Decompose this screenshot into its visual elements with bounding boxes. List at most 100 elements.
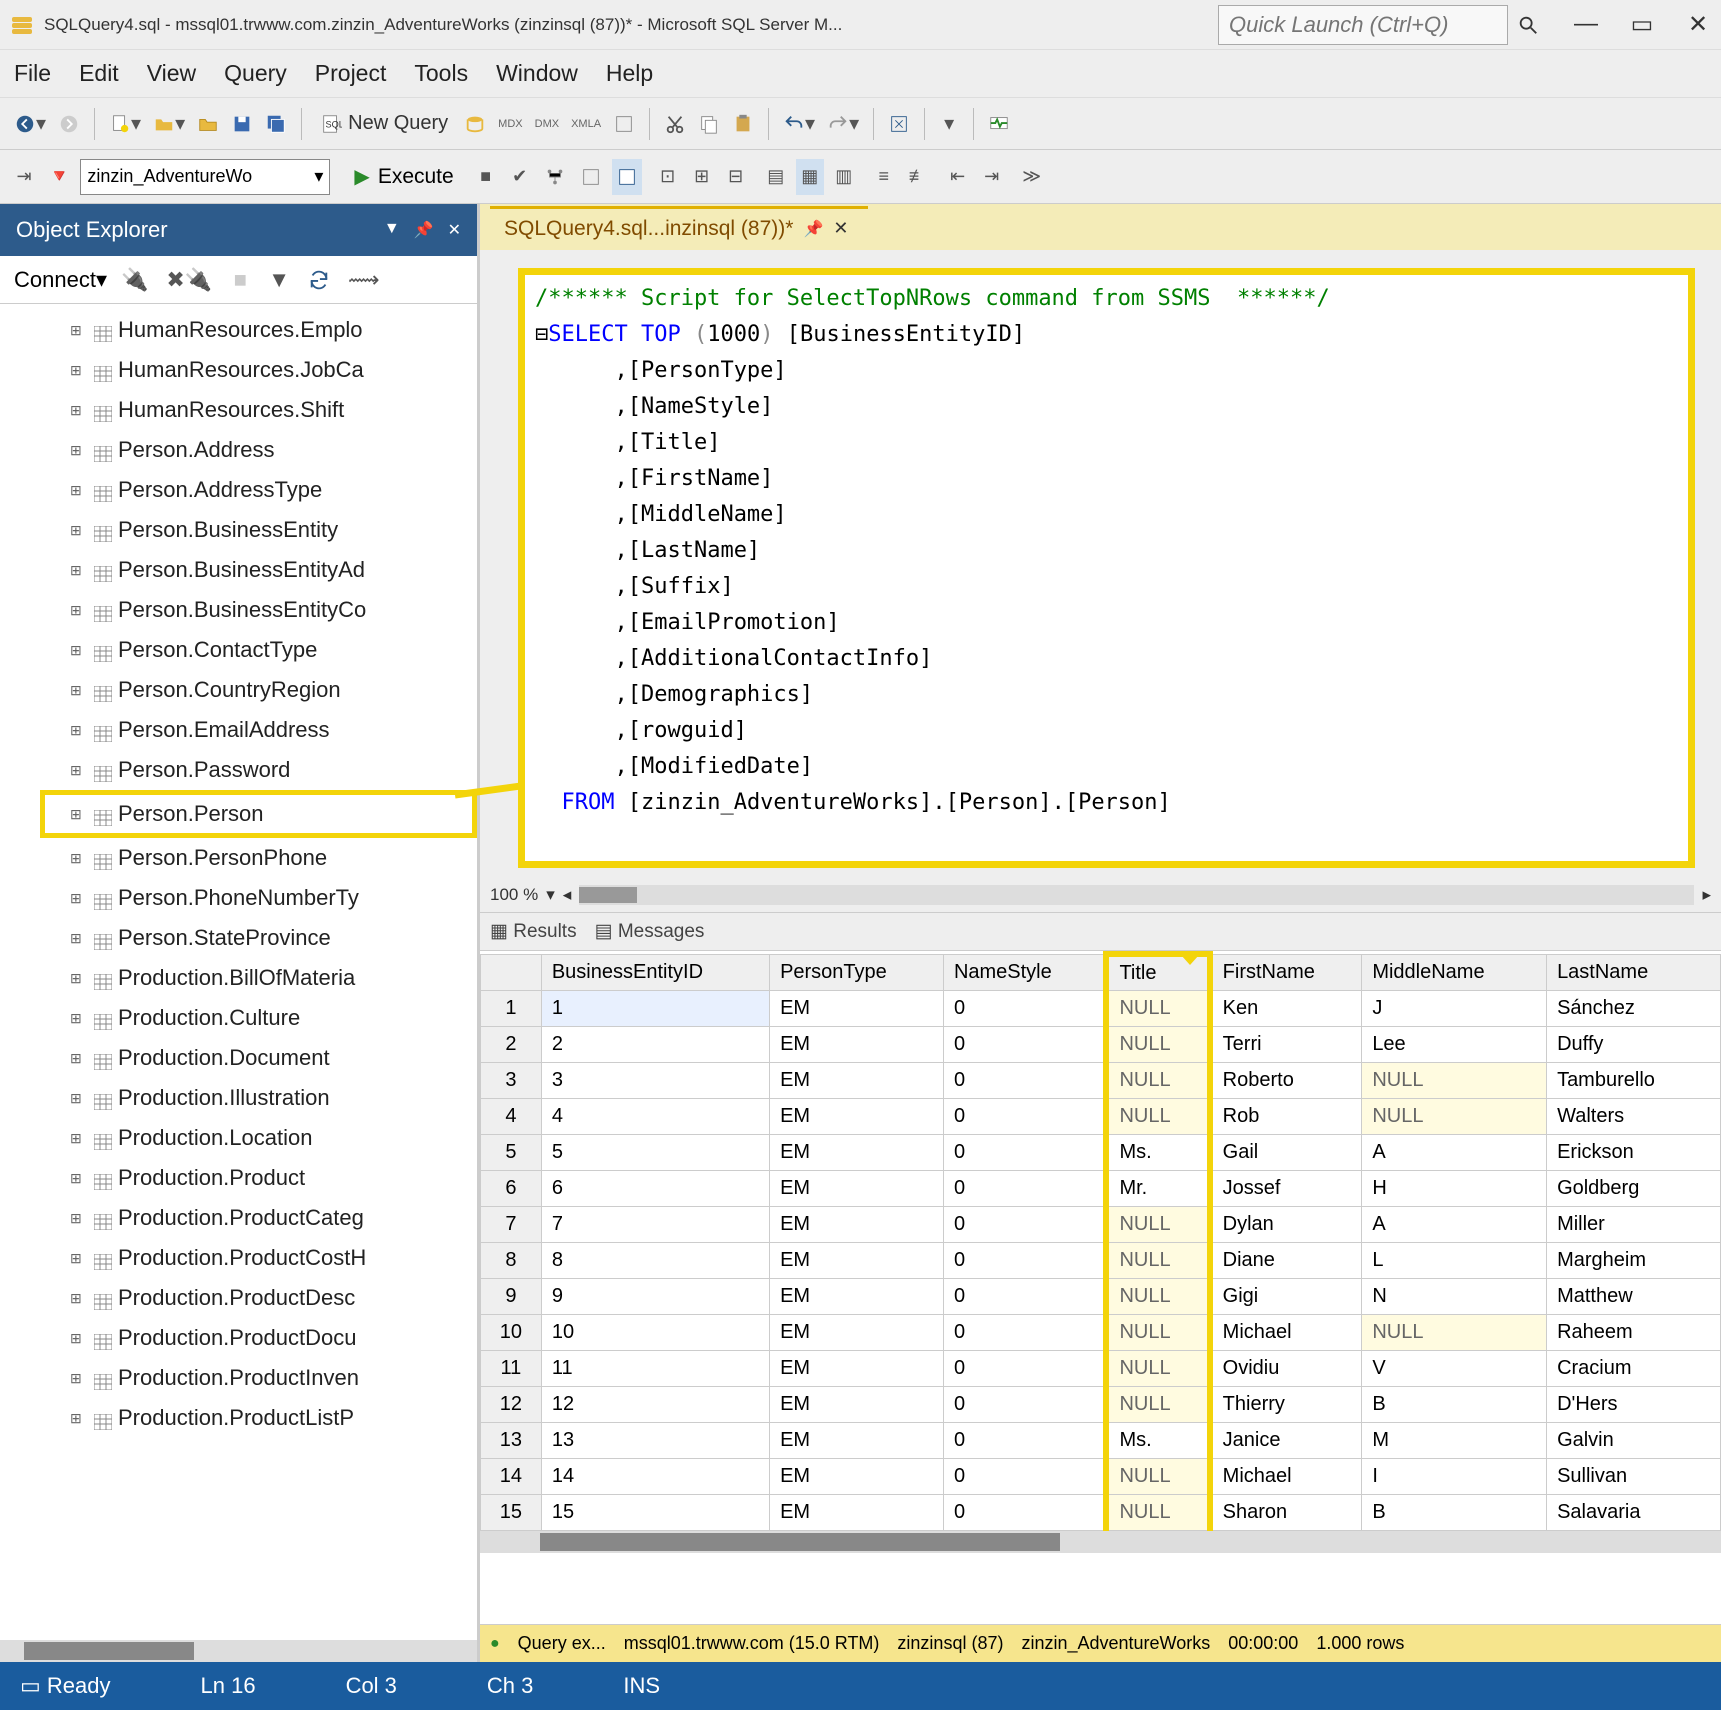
cell[interactable]: NULL	[1106, 1242, 1209, 1278]
cell[interactable]: Rob	[1210, 1098, 1362, 1134]
cell[interactable]: Matthew	[1547, 1278, 1721, 1314]
cell[interactable]: 4	[541, 1098, 769, 1134]
include-plan-icon[interactable]	[612, 159, 642, 195]
more-icon[interactable]: ▾	[935, 106, 963, 142]
tree-item-production-illustration[interactable]: ⊞Production.Illustration	[70, 1078, 477, 1118]
cell[interactable]: NULL	[1106, 990, 1209, 1026]
cell[interactable]: NULL	[1362, 1098, 1547, 1134]
col-header-lastname[interactable]: LastName	[1547, 954, 1721, 990]
cell[interactable]: NULL	[1106, 1098, 1209, 1134]
row-number[interactable]: 4	[481, 1098, 542, 1134]
cell[interactable]: 0	[943, 1350, 1106, 1386]
cell[interactable]: 9	[541, 1278, 769, 1314]
expand-icon[interactable]: ⊞	[70, 1210, 88, 1227]
disconnect-icon[interactable]: ✖🔌	[162, 262, 216, 298]
xe-icon[interactable]	[609, 106, 639, 142]
cell[interactable]: Goldberg	[1547, 1170, 1721, 1206]
cell[interactable]: NULL	[1106, 1386, 1209, 1422]
dmx-icon[interactable]: DMX	[531, 106, 563, 142]
cell[interactable]: Sharon	[1210, 1494, 1362, 1530]
tree-item-person-person[interactable]: ⊞Person.Person	[40, 790, 477, 838]
object-explorer-tree[interactable]: ⊞HumanResources.Emplo⊞HumanResources.Job…	[0, 304, 477, 1640]
results-grid[interactable]: BusinessEntityIDPersonTypeNameStyleTitle…	[480, 950, 1721, 1624]
row-number[interactable]: 7	[481, 1206, 542, 1242]
cell[interactable]: NULL	[1106, 1458, 1209, 1494]
cell[interactable]: Margheim	[1547, 1242, 1721, 1278]
cell[interactable]: 2	[541, 1026, 769, 1062]
sql-editor[interactable]: /****** Script for SelectTopNRows comman…	[518, 268, 1695, 868]
tree-item-production-productlistp[interactable]: ⊞Production.ProductListP	[70, 1398, 477, 1438]
row-number[interactable]: 1	[481, 990, 542, 1026]
tree-item-person-stateprovince[interactable]: ⊞Person.StateProvince	[70, 918, 477, 958]
expand-icon[interactable]: ⊞	[70, 722, 88, 739]
cell[interactable]: Dylan	[1210, 1206, 1362, 1242]
tree-item-person-countryregion[interactable]: ⊞Person.CountryRegion	[70, 670, 477, 710]
row-number[interactable]: 6	[481, 1170, 542, 1206]
cell[interactable]: NULL	[1106, 1278, 1209, 1314]
expand-icon[interactable]: ⊞	[70, 522, 88, 539]
menu-query[interactable]: Query	[224, 60, 287, 87]
row-number[interactable]: 8	[481, 1242, 542, 1278]
col-header-persontype[interactable]: PersonType	[770, 954, 944, 990]
cell[interactable]: 0	[943, 1458, 1106, 1494]
expand-icon[interactable]: ⊞	[70, 1050, 88, 1067]
xmla-icon[interactable]: XMLA	[567, 106, 605, 142]
activity-icon[interactable]: ⟿	[344, 262, 384, 298]
row-number[interactable]: 10	[481, 1314, 542, 1350]
expand-icon[interactable]: ⊞	[70, 562, 88, 579]
cell[interactable]: Cracium	[1547, 1350, 1721, 1386]
menu-view[interactable]: View	[147, 60, 196, 87]
maximize-button[interactable]: ▭	[1629, 10, 1655, 39]
minimize-button[interactable]: —	[1573, 10, 1599, 39]
stop-icon[interactable]: ■	[472, 159, 500, 195]
quick-launch-input[interactable]	[1218, 5, 1508, 45]
cell[interactable]: Ovidiu	[1210, 1350, 1362, 1386]
cell[interactable]: 0	[943, 1170, 1106, 1206]
cell[interactable]: EM	[770, 1098, 944, 1134]
expand-icon[interactable]: ⊞	[70, 1410, 88, 1427]
cell[interactable]: Michael	[1210, 1314, 1362, 1350]
cell[interactable]: V	[1362, 1350, 1547, 1386]
tab-pin-icon[interactable]: 📌	[803, 219, 823, 239]
cell[interactable]: Thierry	[1210, 1386, 1362, 1422]
paste-icon[interactable]	[728, 106, 758, 142]
cell[interactable]: NULL	[1106, 1206, 1209, 1242]
cell[interactable]: 14	[541, 1458, 769, 1494]
cell[interactable]: 1	[541, 990, 769, 1026]
cell[interactable]: Gail	[1210, 1134, 1362, 1170]
cell[interactable]: NULL	[1106, 1026, 1209, 1062]
cell[interactable]: A	[1362, 1134, 1547, 1170]
tree-item-person-businessentity[interactable]: ⊞Person.BusinessEntity	[70, 510, 477, 550]
messages-tab[interactable]: ▤ Messages	[595, 920, 705, 943]
expand-icon[interactable]: ⊞	[70, 1010, 88, 1027]
indent-right-icon[interactable]: ⇥	[978, 159, 1006, 195]
tree-item-person-password[interactable]: ⊞Person.Password	[70, 750, 477, 790]
save-all-icon[interactable]	[261, 106, 291, 142]
menu-help[interactable]: Help	[606, 60, 653, 87]
results-tab[interactable]: ▦ Results	[490, 920, 577, 943]
document-tab-sqlquery4[interactable]: SQLQuery4.sql...inzinsql (87))* 📌 ✕	[490, 206, 868, 249]
tree-item-production-productdesc[interactable]: ⊞Production.ProductDesc	[70, 1278, 477, 1318]
expand-icon[interactable]: ⊞	[70, 1090, 88, 1107]
cell[interactable]: Gigi	[1210, 1278, 1362, 1314]
refresh-icon[interactable]	[304, 262, 334, 298]
uncomment-icon[interactable]: ≢	[904, 159, 932, 195]
cell[interactable]: D'Hers	[1547, 1386, 1721, 1422]
connect-icon[interactable]: 🔌	[117, 262, 152, 298]
cell[interactable]: B	[1362, 1494, 1547, 1530]
script-opt3-icon[interactable]: ⊟	[722, 159, 750, 195]
cell[interactable]: EM	[770, 1170, 944, 1206]
cell[interactable]: Janice	[1210, 1422, 1362, 1458]
cell[interactable]: Salavaria	[1547, 1494, 1721, 1530]
expand-icon[interactable]: ⊞	[70, 890, 88, 907]
connect-button[interactable]: Connect▾	[14, 267, 107, 293]
expand-icon[interactable]: ⊞	[70, 1290, 88, 1307]
activity-monitor-icon[interactable]	[984, 106, 1014, 142]
cell[interactable]: EM	[770, 1278, 944, 1314]
save-icon[interactable]	[227, 106, 257, 142]
props-icon[interactable]	[884, 106, 914, 142]
cell[interactable]: EM	[770, 1314, 944, 1350]
engine-query-icon[interactable]	[460, 106, 490, 142]
script-opt1-icon[interactable]: ⊡	[654, 159, 682, 195]
expand-icon[interactable]: ⊞	[70, 762, 88, 779]
